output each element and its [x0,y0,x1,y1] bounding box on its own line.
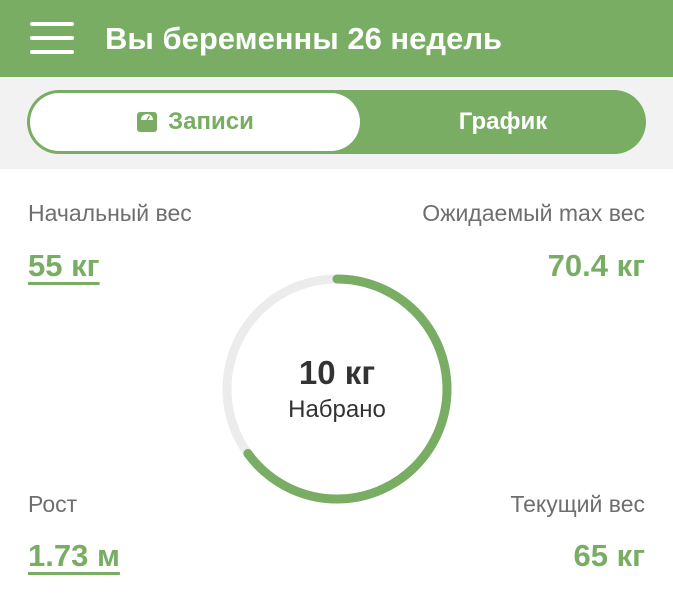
hamburger-menu-icon[interactable] [30,22,74,54]
weight-gained-value: 10 кг [298,354,376,391]
current-weight-label: Текущий вес [510,491,645,517]
height-value[interactable]: 1.73 м [28,538,120,574]
app-bar: Вы беременны 26 недель [0,0,673,77]
tab-bar-area: Записи График [0,77,673,169]
expected-max-weight-label: Ожидаемый max вес [422,200,645,226]
height-label: Рост [28,491,78,517]
current-weight-value: 65 кг [573,538,645,573]
tab-chart[interactable]: График [363,93,643,151]
tab-records[interactable]: Записи [30,93,360,151]
start-weight-label: Начальный вес [28,200,192,226]
expected-max-weight-value: 70.4 кг [547,248,645,283]
start-weight-value[interactable]: 55 кг [28,248,100,284]
scale-icon [137,112,158,132]
ring-center: 10 кг Набрано [219,271,455,507]
page-title: Вы беременны 26 недель [105,21,503,56]
weight-gained-caption: Набрано [288,396,386,423]
tab-records-label: Записи [168,108,254,135]
segmented-control: Записи График [27,90,646,154]
